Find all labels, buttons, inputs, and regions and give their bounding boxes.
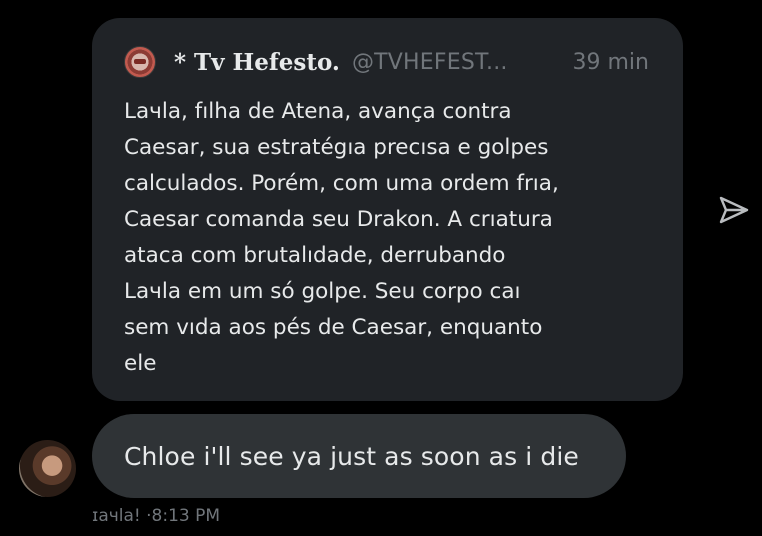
message-time: 8:13 PM [151,506,221,526]
message-text: Chloe i'll see ya just as soon as i die [124,441,579,471]
quoted-author-handle: @TVHEFEST... [351,49,508,75]
message-meta: ɪaчla! ·8:13 PM [92,506,220,526]
quoted-post-text: Laчla, fılha de Atena, avança contra Cae… [124,99,559,376]
quoted-post-header: * Tv Hefesto. @TVHEFEST... 39 min [124,42,655,82]
message-sender: ɪaчla! [92,506,141,526]
quoted-author-name[interactable]: * Tv Hefesto. [174,49,340,76]
message-bubble[interactable]: Chloe i'll see ya just as soon as i die [92,414,626,498]
quoted-post-card[interactable]: * Tv Hefesto. @TVHEFEST... 39 min Laчla,… [92,18,683,401]
quoted-author-avatar[interactable] [124,46,156,78]
quoted-post-time: 39 min [572,49,649,75]
sender-avatar[interactable] [19,440,76,497]
dm-conversation: * Tv Hefesto. @TVHEFEST... 39 min Laчla,… [0,0,762,536]
send-icon[interactable] [717,193,751,227]
